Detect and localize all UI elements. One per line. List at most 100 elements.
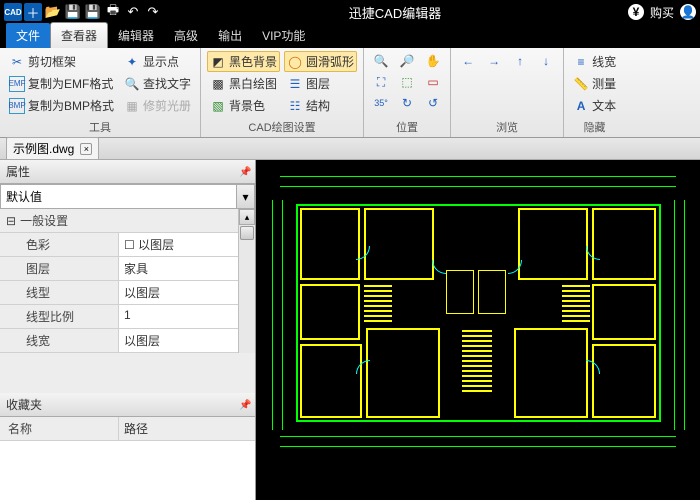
black-bg-button[interactable]: ◩黑色背景 xyxy=(207,51,280,72)
rotate2-icon: ↻ xyxy=(399,95,415,111)
lineweight-button[interactable]: ≡线宽 xyxy=(570,51,619,72)
dimension-line xyxy=(272,200,273,430)
show-point-button[interactable]: ✦显示点 xyxy=(121,51,194,72)
struct-button[interactable]: ☷结构 xyxy=(284,95,357,116)
group-label-position: 位置 xyxy=(370,118,444,135)
scroll-thumb[interactable] xyxy=(240,226,254,240)
user-icon[interactable]: 👤 xyxy=(680,4,696,20)
property-row-ltscale[interactable]: 线型比例1 xyxy=(0,305,238,329)
ribbon-group-tools: ✂剪切框架 EMF复制为EMF格式 BMP复制为BMP格式 ✦显示点 🔍查找文字… xyxy=(0,48,201,137)
property-row-color[interactable]: 色彩☐ 以图层 xyxy=(0,233,238,257)
stair xyxy=(462,328,492,392)
window-button[interactable]: ▭ xyxy=(422,72,444,92)
nav-left-button[interactable]: ← xyxy=(457,51,479,71)
dimension-line xyxy=(684,200,685,430)
group-label-browse: 浏览 xyxy=(457,118,557,135)
new-icon[interactable]: ＋ xyxy=(24,3,42,21)
tab-file[interactable]: 文件 xyxy=(6,23,50,48)
zoomout-button[interactable]: 🔎 xyxy=(396,51,418,71)
undo-icon[interactable]: ↶ xyxy=(124,3,142,21)
save-icon[interactable]: 💾 xyxy=(64,3,82,21)
search-icon: 🔍 xyxy=(124,76,140,92)
scroll-up-icon[interactable]: ▴ xyxy=(239,209,255,225)
text-button[interactable]: A文本 xyxy=(570,95,619,116)
zoom-icon: 🔍 xyxy=(373,53,389,69)
redo-icon[interactable]: ↷ xyxy=(144,3,162,21)
property-row-layer[interactable]: 图层家具 xyxy=(0,257,238,281)
close-tab-icon[interactable]: × xyxy=(80,143,92,155)
titlebar-right: ¥ 购买 👤 xyxy=(628,4,696,21)
copy-emf-button[interactable]: EMF复制为EMF格式 xyxy=(6,73,117,94)
favorites-list xyxy=(0,441,255,500)
nav-right-button[interactable]: → xyxy=(483,51,505,71)
room xyxy=(592,344,656,418)
tab-editor[interactable]: 编辑器 xyxy=(108,23,164,48)
ribbon-tabs: 文件 查看器 编辑器 高级 输出 VIP功能 xyxy=(0,24,700,48)
room xyxy=(300,284,360,340)
measure-button[interactable]: 📏测量 xyxy=(570,73,619,94)
room xyxy=(366,328,440,418)
tab-output[interactable]: 输出 xyxy=(208,23,252,48)
extent-button[interactable]: ⬚ xyxy=(396,72,418,92)
clip-frame-button[interactable]: ✂剪切框架 xyxy=(6,51,117,72)
window-icon: ▭ xyxy=(425,74,441,90)
scissors-icon: ✂ xyxy=(9,54,25,70)
extent-icon: ⬚ xyxy=(399,74,415,90)
favorites-columns: 名称 路径 xyxy=(0,417,255,441)
nav-down-button[interactable]: ↓ xyxy=(535,51,557,71)
point-icon: ✦ xyxy=(124,54,140,70)
smooth-arc-button[interactable]: ◯圆滑弧形 xyxy=(284,51,357,72)
saveas-icon[interactable]: 💾 xyxy=(84,3,102,21)
property-row-lineweight[interactable]: 线宽以图层 xyxy=(0,329,238,353)
rotate-button[interactable]: 35° xyxy=(370,93,392,113)
fit-button[interactable]: ⛶ xyxy=(370,72,392,92)
pin-icon[interactable]: 📌 xyxy=(239,167,249,177)
find-text-button[interactable]: 🔍查找文字 xyxy=(121,73,194,94)
copy-bmp-button[interactable]: BMP复制为BMP格式 xyxy=(6,95,117,116)
zoom-button[interactable]: 🔍 xyxy=(370,51,392,71)
hand-icon: ✋ xyxy=(425,53,441,69)
nav-up-button[interactable]: ↑ xyxy=(509,51,531,71)
document-tab[interactable]: 示例图.dwg × xyxy=(6,137,99,160)
rotate3-button[interactable]: ↺ xyxy=(422,93,444,113)
zoomout-icon: 🔎 xyxy=(399,53,415,69)
scrollbar[interactable]: ▴ xyxy=(238,209,255,353)
open-icon[interactable]: 📂 xyxy=(44,3,62,21)
room xyxy=(518,208,588,280)
tab-advanced[interactable]: 高级 xyxy=(164,23,208,48)
pan-button[interactable]: ✋ xyxy=(422,51,444,71)
workspace: 属性 📌 默认值 ▾ ⊟一般设置 色彩☐ 以图层 图层家具 线型以图层 线型比例… xyxy=(0,160,700,500)
property-row-linetype[interactable]: 线型以图层 xyxy=(0,281,238,305)
document-tab-label: 示例图.dwg xyxy=(13,140,74,157)
bw-draw-button[interactable]: ▩黑白绘图 xyxy=(207,73,280,94)
properties-panel: 属性 📌 默认值 ▾ ⊟一般设置 色彩☐ 以图层 图层家具 线型以图层 线型比例… xyxy=(0,160,256,500)
bg-color-button[interactable]: ▧背景色 xyxy=(207,95,280,116)
ribbon-group-position: 🔍 ⛶ 35° 🔎 ⬚ ↻ ✋ ▭ ↺ 位置 xyxy=(364,48,451,137)
tab-viewer[interactable]: 查看器 xyxy=(50,22,108,48)
bmp-icon: BMP xyxy=(9,98,25,114)
property-section[interactable]: ⊟一般设置 xyxy=(0,209,238,233)
trim-button[interactable]: ▦修剪光册 xyxy=(121,95,194,116)
rotate3-icon: ↺ xyxy=(425,95,441,111)
dimension-line xyxy=(280,436,676,437)
selection-dropdown[interactable]: 默认值 ▾ xyxy=(0,184,255,209)
trim-icon: ▦ xyxy=(124,98,140,114)
arc-icon: ◯ xyxy=(287,54,303,70)
bgcolor-icon: ▧ xyxy=(210,98,226,114)
arrow-right-icon: → xyxy=(486,53,502,69)
layer-icon: ☰ xyxy=(287,76,303,92)
rotate2-button[interactable]: ↻ xyxy=(396,93,418,113)
blackbg-icon: ◩ xyxy=(210,54,226,70)
layer-button[interactable]: ☰图层 xyxy=(284,73,357,94)
currency-icon[interactable]: ¥ xyxy=(628,4,644,20)
tab-vip[interactable]: VIP功能 xyxy=(252,23,315,48)
group-label-hide: 隐藏 xyxy=(570,118,619,135)
bw-icon: ▩ xyxy=(210,76,226,92)
drawing-canvas[interactable] xyxy=(256,160,700,500)
buy-link[interactable]: 购买 xyxy=(650,4,674,21)
ruler-icon: 📏 xyxy=(573,76,589,92)
dimension-line xyxy=(280,186,676,187)
print-icon[interactable]: 🖶 xyxy=(104,3,122,21)
pin-icon[interactable]: 📌 xyxy=(239,400,249,410)
app-icon[interactable]: CAD xyxy=(4,3,22,21)
